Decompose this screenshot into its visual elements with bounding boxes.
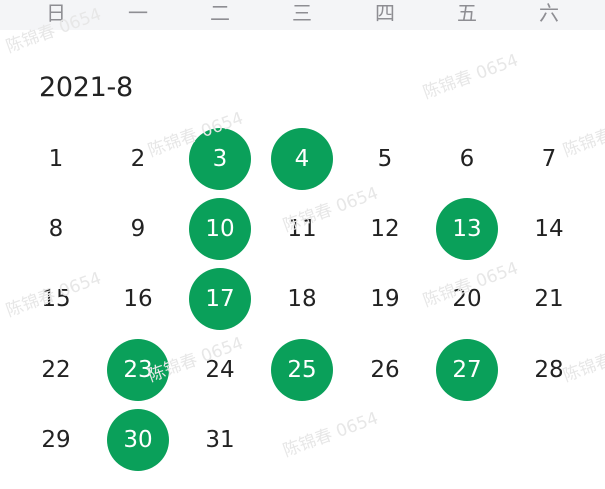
calendar-day[interactable]: 7	[518, 128, 580, 190]
calendar-day-marked[interactable]: 23	[107, 339, 169, 401]
calendar-day[interactable]: 15	[25, 268, 87, 330]
calendar-day[interactable]: 19	[354, 268, 416, 330]
weekday-label: 二	[210, 1, 230, 25]
calendar-day[interactable]: 29	[25, 409, 87, 471]
calendar-day[interactable]: 20	[436, 268, 498, 330]
calendar-day-marked[interactable]: 17	[189, 268, 251, 330]
calendar-day[interactable]: 24	[189, 339, 251, 401]
calendar-day[interactable]: 11	[271, 198, 333, 260]
calendar-day-marked[interactable]: 27	[436, 339, 498, 401]
calendar-day[interactable]: 21	[518, 268, 580, 330]
watermark: 陈锦春 0654	[280, 408, 381, 462]
month-title: 2021-8	[39, 72, 133, 103]
calendar-day-marked[interactable]: 25	[271, 339, 333, 401]
calendar-day[interactable]: 22	[25, 339, 87, 401]
calendar-day[interactable]: 14	[518, 198, 580, 260]
weekday-label: 日	[46, 1, 66, 25]
weekday-label: 五	[457, 1, 477, 25]
watermark: 陈锦春 0654	[420, 50, 521, 104]
calendar-day[interactable]: 12	[354, 198, 416, 260]
weekday-label: 六	[539, 1, 559, 25]
calendar-day[interactable]: 16	[107, 268, 169, 330]
calendar-day[interactable]: 8	[25, 198, 87, 260]
calendar-day[interactable]: 2	[107, 128, 169, 190]
calendar-day[interactable]: 1	[25, 128, 87, 190]
calendar-day[interactable]: 6	[436, 128, 498, 190]
calendar-day-marked[interactable]: 3	[189, 128, 251, 190]
calendar-day-marked[interactable]: 13	[436, 198, 498, 260]
calendar-day[interactable]: 28	[518, 339, 580, 401]
calendar-day-marked[interactable]: 30	[107, 409, 169, 471]
weekday-label: 三	[292, 1, 312, 25]
weekday-label: 一	[128, 1, 148, 25]
calendar-day[interactable]: 18	[271, 268, 333, 330]
calendar-day[interactable]: 5	[354, 128, 416, 190]
calendar-day[interactable]: 31	[189, 409, 251, 471]
calendar-day[interactable]: 9	[107, 198, 169, 260]
calendar-day[interactable]: 26	[354, 339, 416, 401]
calendar-day-marked[interactable]: 10	[189, 198, 251, 260]
weekday-label: 四	[375, 1, 395, 25]
calendar-day-marked[interactable]: 4	[271, 128, 333, 190]
